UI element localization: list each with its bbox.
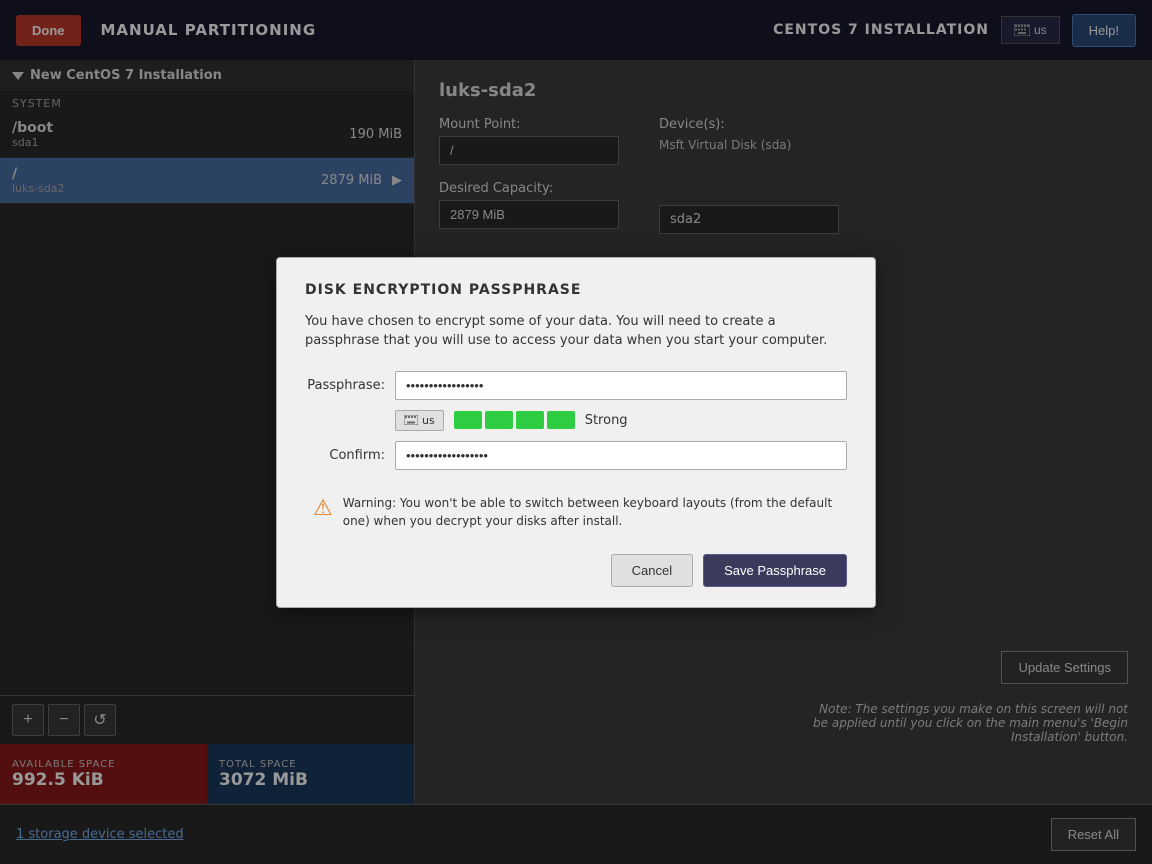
passphrase-row: Passphrase: [305, 371, 847, 400]
strength-label: Strong [585, 413, 628, 428]
dialog: DISK ENCRYPTION PASSPHRASE You have chos… [276, 257, 876, 608]
passphrase-label: Passphrase: [305, 378, 385, 393]
dialog-title: DISK ENCRYPTION PASSPHRASE [305, 282, 847, 298]
dialog-form: Passphrase: us [305, 371, 847, 470]
keyboard-indicator-label: us [422, 414, 435, 427]
warning-icon: ⚠ [313, 496, 333, 521]
warning-text: Warning: You won't be able to switch bet… [343, 494, 839, 530]
strength-bar-4 [547, 411, 575, 429]
strength-bar-3 [516, 411, 544, 429]
warning-row: ⚠ Warning: You won't be able to switch b… [305, 486, 847, 538]
overlay: DISK ENCRYPTION PASSPHRASE You have chos… [0, 0, 1152, 864]
strength-bar-1 [454, 411, 482, 429]
passphrase-input[interactable] [395, 371, 847, 400]
dialog-description: You have chosen to encrypt some of your … [305, 312, 847, 351]
cancel-button[interactable]: Cancel [611, 554, 693, 587]
confirm-input[interactable] [395, 441, 847, 470]
dialog-buttons: Cancel Save Passphrase [305, 554, 847, 587]
strength-bars [454, 411, 575, 429]
strength-bar-2 [485, 411, 513, 429]
confirm-row: Confirm: [305, 441, 847, 470]
keyboard-indicator-icon [404, 415, 418, 425]
strength-row: us Strong [395, 410, 847, 431]
keyboard-indicator[interactable]: us [395, 410, 444, 431]
confirm-label: Confirm: [305, 448, 385, 463]
save-passphrase-button[interactable]: Save Passphrase [703, 554, 847, 587]
